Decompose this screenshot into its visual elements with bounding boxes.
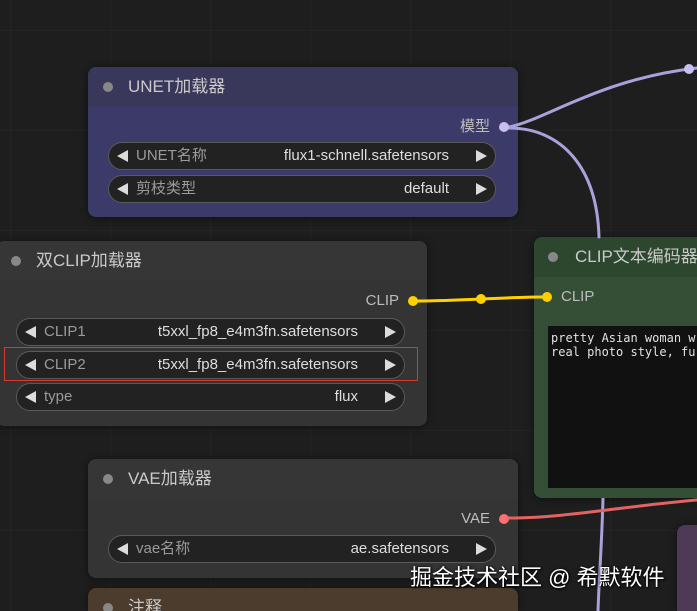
prompt-textarea[interactable]: pretty Asian woman w real photo style, f… <box>548 326 697 488</box>
arrow-right-icon[interactable] <box>385 326 396 338</box>
vae-name-combo[interactable]: vae名称 ae.safetensors <box>108 535 496 563</box>
link-midpoint-dot[interactable] <box>684 64 694 74</box>
output-label-model: 模型 <box>459 118 490 135</box>
collapse-dot-icon[interactable] <box>103 82 113 92</box>
output-slot-clip-icon[interactable] <box>408 296 418 306</box>
dual-clip-loader-node[interactable]: 双CLIP加载器 CLIP CLIP1 t5xxl_fp8_e4m3fn.saf… <box>0 241 427 426</box>
widget-value: flux <box>334 388 358 405</box>
node-graph-canvas[interactable]: UNET加载器 模型 UNET名称 flux1-schnell.safetens… <box>0 0 697 611</box>
widget-value: flux1-schnell.safetensors <box>283 147 449 164</box>
output-slot-model-icon[interactable] <box>499 122 509 132</box>
arrow-left-icon[interactable] <box>25 326 36 338</box>
node-title: CLIP文本编码器 <box>575 247 697 266</box>
widget-label: CLIP1 <box>44 323 86 340</box>
clip1-combo[interactable]: CLIP1 t5xxl_fp8_e4m3fn.safetensors <box>16 318 405 346</box>
node-title-bar[interactable]: 双CLIP加载器 <box>0 241 427 281</box>
widget-value: ae.safetensors <box>350 540 449 557</box>
link-clip <box>416 295 544 303</box>
node-title: 注释 <box>128 598 162 611</box>
widget-label: vae名称 <box>136 540 191 557</box>
widget-value: default <box>403 180 449 197</box>
arrow-right-icon[interactable] <box>476 183 487 195</box>
unet-name-combo[interactable]: UNET名称 flux1-schnell.safetensors <box>108 142 496 170</box>
unet-loader-node[interactable]: UNET加载器 模型 UNET名称 flux1-schnell.safetens… <box>88 67 518 217</box>
node-title-bar[interactable]: VAE加载器 <box>88 459 518 499</box>
vae-loader-node[interactable]: VAE加载器 VAE vae名称 ae.safetensors <box>88 459 518 578</box>
node-title: VAE加载器 <box>128 469 212 488</box>
arrow-right-icon[interactable] <box>476 543 487 555</box>
link-midpoint-dot[interactable] <box>476 294 486 304</box>
arrow-right-icon[interactable] <box>385 391 396 403</box>
collapse-dot-icon[interactable] <box>11 256 21 266</box>
weight-dtype-combo[interactable]: 剪枝类型 default <box>108 175 496 203</box>
link-model-below-node <box>596 497 605 611</box>
link-model-upper <box>507 66 697 129</box>
widget-label: type <box>44 388 73 405</box>
input-label-clip: CLIP <box>561 288 595 305</box>
widget-label: 剪枝类型 <box>136 180 197 197</box>
output-label-clip: CLIP <box>365 292 399 309</box>
clip-text-encode-node[interactable]: CLIP文本编码器 CLIP pretty Asian woman w real… <box>534 237 697 498</box>
arrow-left-icon[interactable] <box>117 150 128 162</box>
widget-value: t5xxl_fp8_e4m3fn.safetensors <box>157 323 358 340</box>
input-slot-clip-icon[interactable] <box>542 292 552 302</box>
widget-label: UNET名称 <box>136 147 207 164</box>
prompt-line: pretty Asian woman w <box>551 331 696 345</box>
note-node[interactable]: 注释 <box>88 588 518 611</box>
output-slot-vae-icon[interactable] <box>499 514 509 524</box>
arrow-left-icon[interactable] <box>117 183 128 195</box>
prompt-line: real photo style, fu <box>551 345 696 359</box>
output-label-vae: VAE <box>461 510 490 527</box>
collapse-dot-icon[interactable] <box>103 603 113 611</box>
link-vae <box>507 498 697 520</box>
type-combo[interactable]: type flux <box>16 383 405 411</box>
link-model-lower <box>507 126 601 239</box>
node-title: UNET加载器 <box>128 77 226 96</box>
node-title: 双CLIP加载器 <box>36 251 142 270</box>
arrow-left-icon[interactable] <box>117 543 128 555</box>
arrow-right-icon[interactable] <box>476 150 487 162</box>
node-title-bar[interactable]: UNET加载器 <box>88 67 518 107</box>
collapse-dot-icon[interactable] <box>103 474 113 484</box>
node-title-bar[interactable]: CLIP文本编码器 <box>534 237 697 277</box>
watermark: 掘金技术社区 @ 希默软件 <box>410 565 665 590</box>
arrow-left-icon[interactable] <box>25 391 36 403</box>
collapse-dot-icon[interactable] <box>548 252 558 262</box>
highlight-box <box>4 347 418 381</box>
